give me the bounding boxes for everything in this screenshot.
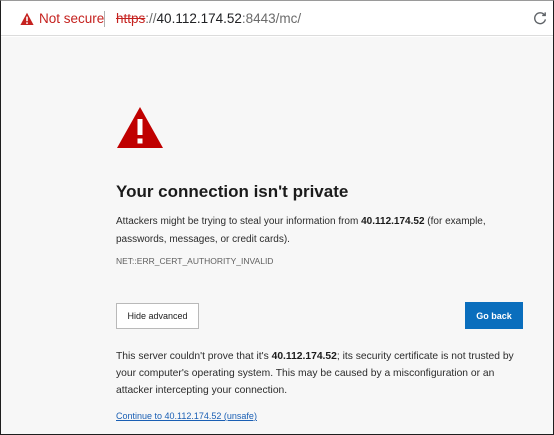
- warning-triangle-icon[interactable]: [20, 12, 34, 26]
- continue-unsafe-link[interactable]: Continue to 40.112.174.52 (unsafe): [116, 411, 257, 421]
- page-title: Your connection isn't private: [116, 182, 349, 201]
- explanation-host: 40.112.174.52: [271, 351, 337, 362]
- url-separator: ://: [145, 11, 157, 26]
- url-field[interactable]: https://40.112.174.52:8443/mc/: [116, 11, 301, 26]
- description-text: Attackers might be trying to steal your …: [116, 216, 362, 227]
- go-back-button[interactable]: Go back: [465, 302, 523, 329]
- warning-triangle-icon: [117, 107, 163, 148]
- url-host: 40.112.174.52: [156, 11, 242, 26]
- url-path: :8443/mc/: [241, 11, 302, 26]
- explanation-text: This server couldn't prove that it's: [116, 351, 272, 362]
- refresh-icon[interactable]: [532, 10, 548, 26]
- description-host: 40.112.174.52: [361, 216, 425, 227]
- address-bar: Not secure https://40.112.174.52:8443/mc…: [1, 1, 553, 36]
- url-scheme: https: [116, 11, 146, 26]
- address-divider: [104, 11, 105, 27]
- error-code[interactable]: NET::ERR_CERT_AUTHORITY_INVALID: [116, 256, 273, 266]
- hide-advanced-button[interactable]: Hide advanced: [116, 303, 199, 329]
- browser-window: Not secure https://40.112.174.52:8443/mc…: [0, 0, 554, 435]
- error-description: Attackers might be trying to steal your …: [116, 213, 526, 249]
- advanced-explanation: This server couldn't prove that it's 40.…: [116, 348, 526, 399]
- security-status-label[interactable]: Not secure: [39, 11, 104, 26]
- error-page: Your connection isn't private Attackers …: [1, 37, 553, 434]
